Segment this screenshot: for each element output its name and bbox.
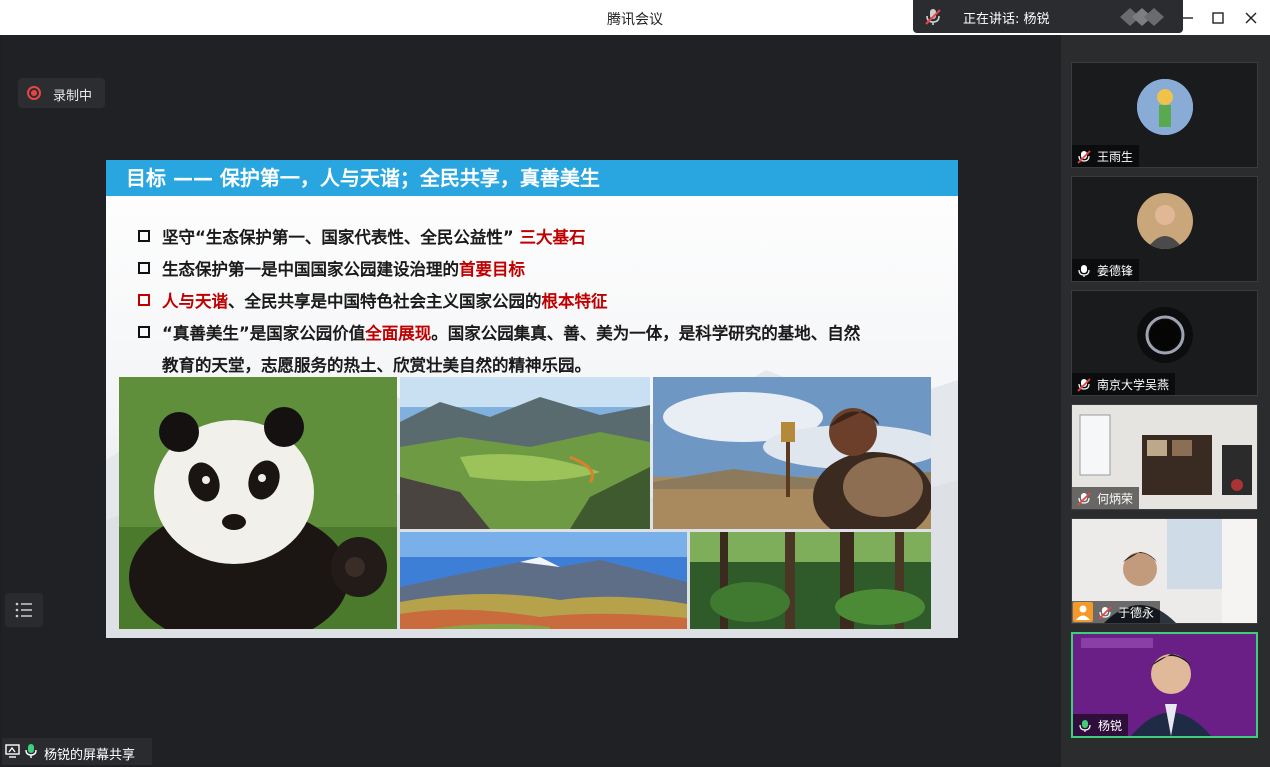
participant-name-bar: 何炳荣 bbox=[1072, 487, 1140, 509]
host-user-icon bbox=[1073, 602, 1093, 622]
slide-heading: 目标 —— 保护第一，人与天谐；全民共享，真善美生 bbox=[106, 160, 958, 196]
title-bar: 腾讯会议 正在讲话: 杨锐 bbox=[0, 0, 1270, 35]
maximize-button[interactable] bbox=[1203, 0, 1233, 35]
presentation-slide: 目标 —— 保护第一，人与天谐；全民共享，真善美生 坚守“生态保护第一、国家代表… bbox=[106, 160, 958, 638]
photo-colorful-hills bbox=[400, 532, 687, 629]
recording-label: 录制中 bbox=[53, 89, 93, 104]
participant-name-bar: 王雨生 bbox=[1072, 145, 1140, 167]
photo-tibetan-elder-with-prayer-wheel bbox=[653, 377, 931, 529]
photo-mountain-valley bbox=[400, 377, 650, 529]
close-icon bbox=[1245, 12, 1257, 24]
participant-tile[interactable]: 姜德锋 bbox=[1071, 176, 1258, 282]
minimize-button[interactable] bbox=[1173, 0, 1203, 35]
mic-icon bbox=[1078, 265, 1090, 277]
speaking-indicator: 正在讲话: 杨锐 bbox=[913, 0, 1183, 33]
close-button[interactable] bbox=[1236, 0, 1266, 35]
mic-muted-icon bbox=[1077, 492, 1091, 506]
avatar bbox=[1137, 307, 1193, 363]
screen-share-label-bar: 杨锐的屏幕共享 bbox=[2, 738, 152, 765]
minimize-icon bbox=[1183, 17, 1193, 19]
member-list-button[interactable] bbox=[5, 593, 43, 627]
mic-muted-icon bbox=[1077, 150, 1091, 164]
mic-icon bbox=[1079, 720, 1091, 732]
participant-tile[interactable]: 何炳荣 bbox=[1071, 404, 1258, 510]
participant-name-bar: 南京大学吴燕 bbox=[1072, 373, 1176, 395]
participant-name-bar: 姜德锋 bbox=[1072, 259, 1140, 281]
participant-tile-active-speaker[interactable]: 杨锐 bbox=[1071, 632, 1258, 738]
avatar bbox=[1137, 193, 1193, 249]
maximize-icon bbox=[1212, 12, 1224, 24]
mic-muted-icon bbox=[1077, 378, 1091, 392]
tencent-meeting-logo-icon bbox=[1120, 8, 1164, 26]
participant-tile[interactable]: 王雨生 bbox=[1071, 62, 1258, 168]
recording-badge[interactable]: 录制中 bbox=[18, 78, 105, 108]
record-icon bbox=[27, 86, 41, 100]
mic-icon bbox=[25, 744, 37, 758]
screen-share-text: 杨锐的屏幕共享 bbox=[44, 748, 136, 763]
screen-share-icon bbox=[5, 744, 20, 758]
mic-muted-icon bbox=[925, 9, 941, 25]
participant-tile[interactable]: 南京大学吴燕 bbox=[1071, 290, 1258, 396]
photo-forest bbox=[690, 532, 931, 629]
mic-muted-icon bbox=[1098, 606, 1112, 620]
checkbox-bullet-icon bbox=[138, 294, 150, 306]
avatar bbox=[1137, 79, 1193, 135]
participant-name-bar: 杨锐 bbox=[1073, 714, 1129, 736]
photo-giant-panda bbox=[119, 377, 397, 629]
participant-tile[interactable]: 于德永 bbox=[1071, 518, 1258, 624]
list-icon bbox=[15, 602, 32, 618]
participant-panel: 王雨生 姜德锋 南京大学吴燕 何炳荣 于德永 杨锐 bbox=[1061, 35, 1270, 767]
checkbox-bullet-icon bbox=[138, 326, 150, 338]
checkbox-bullet-icon bbox=[138, 262, 150, 274]
speaking-text: 正在讲话: 杨锐 bbox=[963, 12, 1050, 27]
checkbox-bullet-icon bbox=[138, 230, 150, 242]
